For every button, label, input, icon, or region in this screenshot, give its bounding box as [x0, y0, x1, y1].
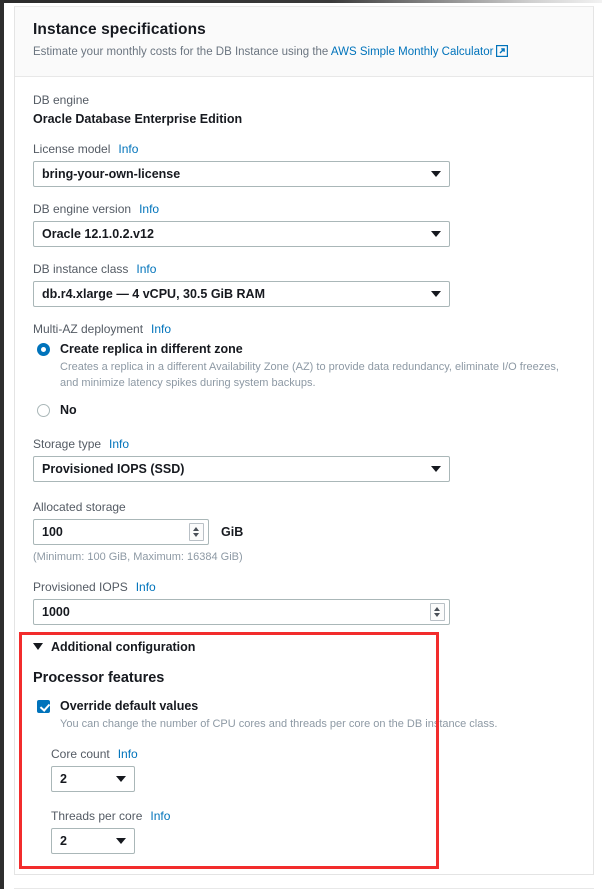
- additional-configuration-toggle[interactable]: Additional configuration: [33, 640, 575, 654]
- license-model-info-link[interactable]: Info: [118, 142, 138, 156]
- db-instance-class-select[interactable]: db.r4.xlarge — 4 vCPU, 30.5 GiB RAM: [33, 281, 450, 308]
- override-default-values-row[interactable]: Override default values: [33, 698, 575, 715]
- allocated-storage-value: 100: [42, 524, 63, 539]
- allocated-storage-label: Allocated storage: [33, 499, 126, 514]
- db-engine-version-select[interactable]: Oracle 12.1.0.2.v12: [33, 221, 450, 248]
- field-license-model: License model Info bring-your-own-license: [33, 142, 575, 188]
- db-instance-class-label: DB instance class: [33, 262, 129, 277]
- card-body: DB engine Oracle Database Enterprise Edi…: [15, 77, 593, 874]
- chevron-down-icon: [116, 837, 126, 844]
- allocated-storage-hint: (Minimum: 100 GiB, Maximum: 16384 GiB): [33, 550, 243, 563]
- multi-az-no-label: No: [60, 402, 77, 417]
- provisioned-iops-stepper[interactable]: [430, 602, 445, 621]
- card-subtitle-text: Estimate your monthly costs for the DB I…: [33, 46, 331, 58]
- multi-az-option-yes[interactable]: Create replica in different zone: [33, 341, 575, 358]
- multi-az-option-no[interactable]: No: [33, 402, 575, 419]
- screenshot-root: Instance specifications Estimate your mo…: [0, 0, 602, 889]
- field-db-engine-version: DB engine version Info Oracle 12.1.0.2.v1…: [33, 202, 575, 248]
- processor-features-title: Processor features: [33, 669, 165, 686]
- field-db-instance-class: DB instance class Info db.r4.xlarge — 4 v…: [33, 262, 575, 308]
- core-count-select[interactable]: 2: [51, 765, 135, 792]
- db-engine-value: Oracle Database Enterprise Edition: [33, 112, 243, 127]
- db-engine-version-info-link[interactable]: Info: [139, 202, 159, 216]
- multi-az-info-link[interactable]: Info: [151, 322, 171, 336]
- threads-per-core-select[interactable]: 2: [51, 827, 135, 854]
- db-engine-version-value: Oracle 12.1.0.2.v12: [42, 227, 154, 242]
- allocated-storage-stepper[interactable]: [189, 522, 204, 541]
- additional-configuration-label: Additional configuration: [51, 639, 196, 654]
- external-link-icon[interactable]: [496, 44, 509, 62]
- provisioned-iops-input[interactable]: 1000: [33, 598, 450, 625]
- page-title: Instance specifications: [33, 21, 206, 38]
- card-header: Instance specifications Estimate your mo…: [15, 7, 593, 78]
- additional-configuration-section: Additional configuration Processor featu…: [19, 631, 575, 869]
- field-core-count: Core count Info 2: [51, 747, 575, 792]
- core-count-value: 2: [60, 771, 67, 786]
- chevron-down-icon: [116, 775, 126, 782]
- aws-calculator-link[interactable]: AWS Simple Monthly Calculator: [331, 46, 494, 58]
- override-default-values-checkbox[interactable]: [37, 699, 50, 713]
- storage-type-label: Storage type: [33, 436, 102, 451]
- card-subtitle: Estimate your monthly costs for the DB I…: [33, 44, 575, 62]
- allocated-storage-input[interactable]: 100: [33, 518, 209, 545]
- field-threads-per-core: Threads per core Info 2: [51, 809, 575, 854]
- db-engine-label: DB engine: [33, 93, 90, 108]
- field-db-engine: DB engine Oracle Database Enterprise Edi…: [33, 93, 575, 126]
- multi-az-yes-label: Create replica in different zone: [60, 342, 243, 357]
- chevron-down-icon: [431, 231, 441, 238]
- threads-per-core-label: Threads per core: [51, 808, 143, 823]
- license-model-value: bring-your-own-license: [42, 167, 181, 182]
- license-model-select[interactable]: bring-your-own-license: [33, 161, 450, 188]
- override-default-values-description: You can change the number of CPU cores a…: [60, 717, 498, 730]
- threads-per-core-value: 2: [60, 833, 67, 848]
- db-instance-class-value: db.r4.xlarge — 4 vCPU, 30.5 GiB RAM: [42, 287, 265, 302]
- allocated-storage-unit: GiB: [221, 524, 244, 539]
- storage-type-info-link[interactable]: Info: [109, 437, 129, 451]
- field-multi-az: Multi-AZ deployment Info Create replica i…: [33, 322, 575, 419]
- radio-create-replica[interactable]: [37, 343, 50, 357]
- instance-specifications-card: Instance specifications Estimate your mo…: [14, 6, 594, 875]
- chevron-down-icon: [431, 291, 441, 298]
- core-count-info-link[interactable]: Info: [118, 747, 138, 761]
- storage-type-select[interactable]: Provisioned IOPS (SSD): [33, 455, 450, 482]
- license-model-label: License model: [33, 142, 111, 157]
- db-engine-version-label: DB engine version: [33, 202, 132, 217]
- chevron-down-icon: [33, 643, 43, 651]
- chevron-down-icon: [431, 171, 441, 178]
- db-instance-class-info-link[interactable]: Info: [136, 262, 156, 276]
- storage-type-value: Provisioned IOPS (SSD): [42, 461, 185, 476]
- threads-per-core-info-link[interactable]: Info: [150, 809, 170, 823]
- page-content: Instance specifications Estimate your mo…: [4, 3, 602, 889]
- multi-az-label: Multi-AZ deployment: [33, 322, 144, 337]
- core-count-label: Core count: [51, 746, 110, 761]
- provisioned-iops-label: Provisioned IOPS: [33, 579, 128, 594]
- field-storage-type: Storage type Info Provisioned IOPS (SSD): [33, 437, 575, 482]
- field-allocated-storage: Allocated storage 100 GiB (Minimum: 100 …: [33, 500, 575, 563]
- multi-az-yes-description: Creates a replica in a different Availab…: [60, 360, 559, 389]
- provisioned-iops-value: 1000: [42, 604, 70, 619]
- field-provisioned-iops: Provisioned IOPS Info 1000: [33, 580, 575, 625]
- override-default-values-label: Override default values: [60, 698, 199, 713]
- provisioned-iops-info-link[interactable]: Info: [136, 580, 156, 594]
- chevron-down-icon: [431, 465, 441, 472]
- radio-no[interactable]: [37, 403, 50, 417]
